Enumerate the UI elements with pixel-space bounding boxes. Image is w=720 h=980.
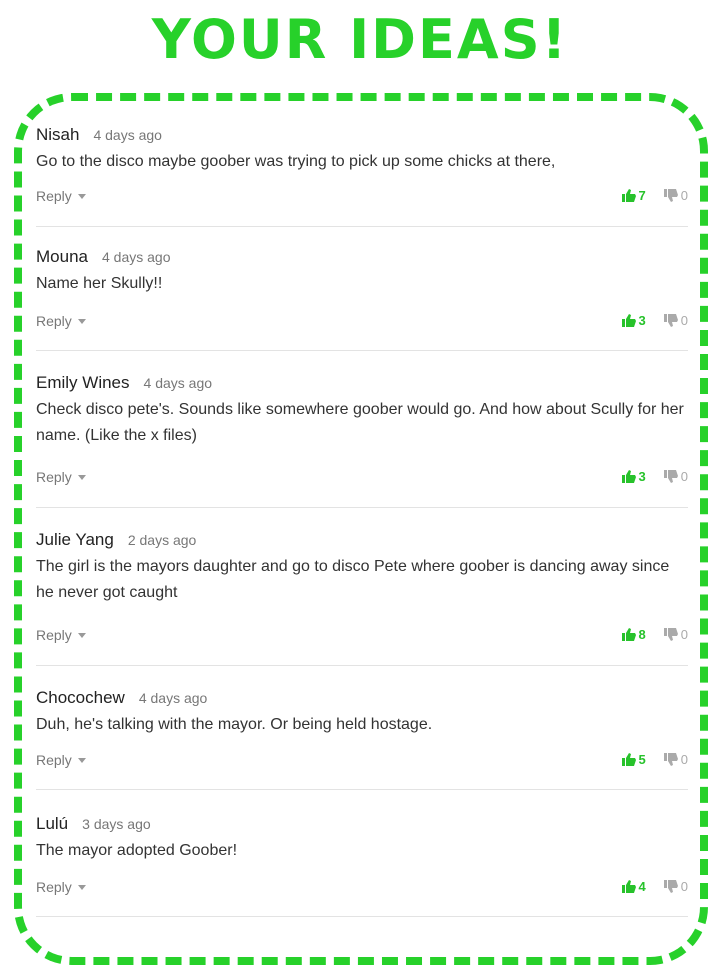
thumbs-down-icon <box>663 880 678 893</box>
thumbs-down-icon <box>663 189 678 202</box>
comment-item: Nisah 4 days ago Go to the disco maybe g… <box>36 112 688 227</box>
reply-label: Reply <box>36 313 72 329</box>
reply-label: Reply <box>36 627 72 643</box>
reply-button[interactable]: Reply <box>36 627 86 643</box>
comment-author[interactable]: Emily Wines <box>36 373 130 393</box>
comment-author[interactable]: Nisah <box>36 125 79 145</box>
chevron-down-icon[interactable] <box>77 318 86 324</box>
upvote-button[interactable]: 3 <box>621 469 646 484</box>
chevron-down-icon[interactable] <box>77 757 86 763</box>
comment-text: Name her Skully!! <box>36 275 163 292</box>
thumbs-up-icon <box>621 314 636 327</box>
reply-button[interactable]: Reply <box>36 752 86 768</box>
comment-list: Nisah 4 days ago Go to the disco maybe g… <box>36 112 688 917</box>
thumbs-up-icon <box>621 753 636 766</box>
thumbs-down-icon <box>663 314 678 327</box>
downvote-button[interactable]: 0 <box>663 188 688 203</box>
reply-button[interactable]: Reply <box>36 879 86 895</box>
chevron-down-icon[interactable] <box>77 474 86 480</box>
upvote-count: 5 <box>638 752 646 767</box>
downvote-button[interactable]: 0 <box>663 313 688 328</box>
comment-author[interactable]: Lulú <box>36 814 68 834</box>
comment-text: Duh, he's talking with the mayor. Or bei… <box>36 716 433 733</box>
thumbs-down-icon <box>663 470 678 483</box>
downvote-count: 0 <box>680 627 688 642</box>
reply-label: Reply <box>36 879 72 895</box>
thumbs-up-icon <box>621 470 636 483</box>
downvote-button[interactable]: 0 <box>663 469 688 484</box>
upvote-count: 4 <box>638 879 646 894</box>
comment-item: Mouna 4 days ago Name her Skully!! Reply… <box>36 227 688 351</box>
comment-text: The girl is the mayors daughter and go t… <box>36 558 670 601</box>
downvote-count: 0 <box>680 469 688 484</box>
comment-timestamp[interactable]: 3 days ago <box>82 816 151 832</box>
downvote-button[interactable]: 0 <box>663 627 688 642</box>
downvote-button[interactable]: 0 <box>663 879 688 894</box>
comment-author[interactable]: Mouna <box>36 247 88 267</box>
comment-timestamp[interactable]: 4 days ago <box>93 127 162 143</box>
downvote-count: 0 <box>680 879 688 894</box>
upvote-count: 8 <box>638 627 646 642</box>
upvote-count: 3 <box>638 469 646 484</box>
upvote-count: 7 <box>638 188 646 203</box>
downvote-button[interactable]: 0 <box>663 752 688 767</box>
comment-text: Go to the disco maybe goober was trying … <box>36 153 556 170</box>
downvote-count: 0 <box>680 313 688 328</box>
chevron-down-icon[interactable] <box>77 632 86 638</box>
thumbs-up-icon <box>621 189 636 202</box>
thumbs-up-icon <box>621 628 636 641</box>
reply-label: Reply <box>36 752 72 768</box>
comment-item: Emily Wines 4 days ago Check disco pete'… <box>36 351 688 508</box>
upvote-button[interactable]: 3 <box>621 313 646 328</box>
reply-label: Reply <box>36 188 72 204</box>
comment-item: Julie Yang 2 days ago The girl is the ma… <box>36 508 688 666</box>
upvote-button[interactable]: 7 <box>621 188 646 203</box>
comment-author[interactable]: Julie Yang <box>36 530 114 550</box>
comment-item: Chocochew 4 days ago Duh, he's talking w… <box>36 666 688 790</box>
thumbs-up-icon <box>621 880 636 893</box>
comment-timestamp[interactable]: 4 days ago <box>139 690 208 706</box>
upvote-button[interactable]: 5 <box>621 752 646 767</box>
page-title: YOUR IDEAS! <box>151 8 569 71</box>
upvote-count: 3 <box>638 313 646 328</box>
chevron-down-icon[interactable] <box>77 884 86 890</box>
comment-timestamp[interactable]: 2 days ago <box>128 532 197 548</box>
downvote-count: 0 <box>680 188 688 203</box>
comment-timestamp[interactable]: 4 days ago <box>102 249 171 265</box>
comment-timestamp[interactable]: 4 days ago <box>144 375 213 391</box>
reply-label: Reply <box>36 469 72 485</box>
reply-button[interactable]: Reply <box>36 313 86 329</box>
comment-text: Check disco pete's. Sounds like somewher… <box>36 401 684 444</box>
reply-button[interactable]: Reply <box>36 188 86 204</box>
upvote-button[interactable]: 8 <box>621 627 646 642</box>
reply-button[interactable]: Reply <box>36 469 86 485</box>
thumbs-down-icon <box>663 628 678 641</box>
comment-text: The mayor adopted Goober! <box>36 842 238 859</box>
chevron-down-icon[interactable] <box>77 193 86 199</box>
thumbs-down-icon <box>663 753 678 766</box>
comment-item: Lulú 3 days ago The mayor adopted Goober… <box>36 790 688 917</box>
downvote-count: 0 <box>680 752 688 767</box>
comment-author[interactable]: Chocochew <box>36 688 125 708</box>
upvote-button[interactable]: 4 <box>621 879 646 894</box>
